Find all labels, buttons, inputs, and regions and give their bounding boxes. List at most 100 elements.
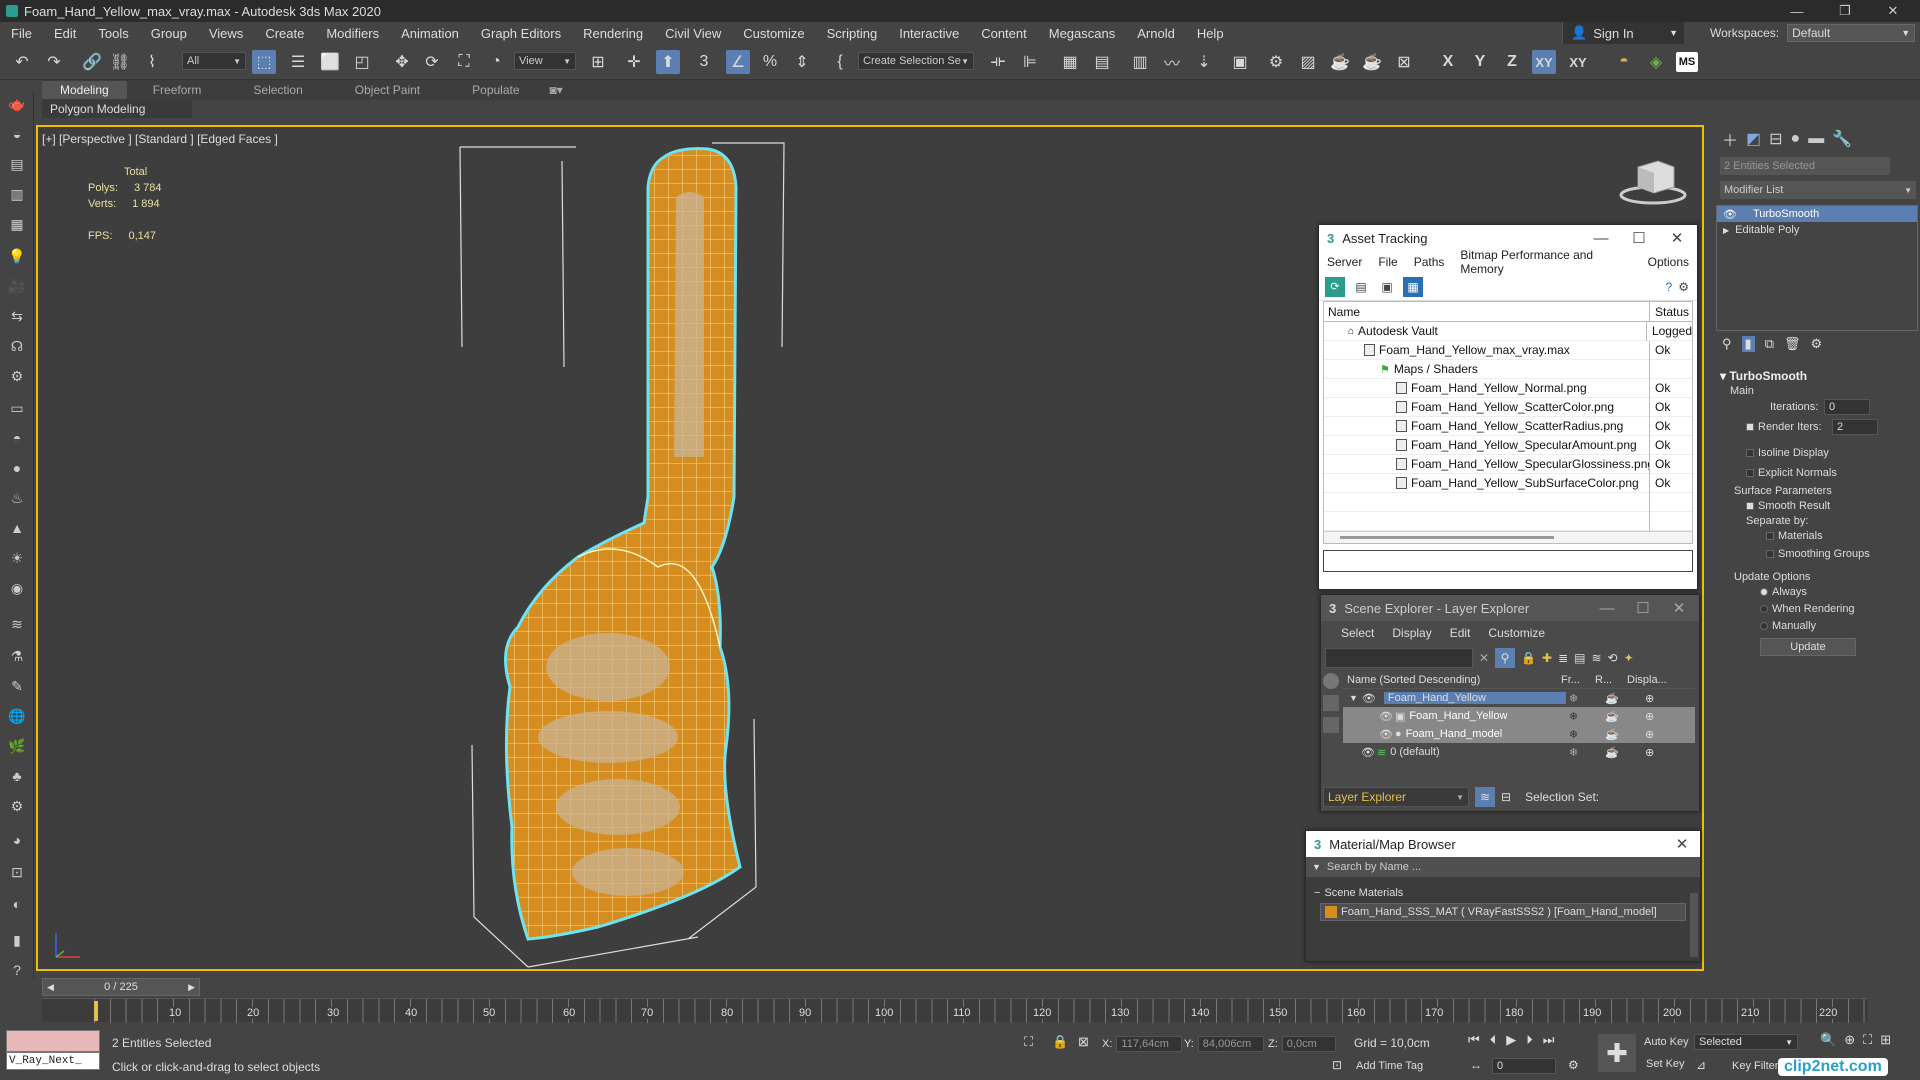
eye-icon[interactable]: 👁	[1362, 692, 1376, 705]
menu-customize[interactable]: Customize	[1482, 626, 1551, 640]
always-radio[interactable]	[1760, 587, 1768, 596]
absolute-mode-icon[interactable]: ⊠	[1078, 1034, 1089, 1050]
zoom-extents-all-icon[interactable]: ⊞	[1880, 1032, 1891, 1048]
minimize-icon[interactable]: —	[1774, 0, 1820, 22]
next-frame-icon[interactable]: ⏵	[1526, 1032, 1533, 1048]
move-icon[interactable]: ✥	[390, 50, 414, 74]
angle-snap-icon[interactable]: ∠	[726, 50, 750, 74]
smooth-result-checkbox[interactable]	[1746, 502, 1754, 510]
col-freeze[interactable]: Fr...	[1561, 674, 1595, 686]
freeze-icon[interactable]: ❄	[1569, 710, 1578, 723]
list-item[interactable]: 👁 ≋ 0 (default) ❄ ☕ ⊕	[1343, 743, 1695, 761]
sync-icon[interactable]: ⟲	[1608, 651, 1618, 665]
filter-icon[interactable]: ⚲	[1495, 648, 1516, 668]
list-item[interactable]: 👁 ● Foam_Hand_model ❄ ☕ ⊕	[1343, 725, 1695, 743]
create-selection-set-dropdown[interactable]: Create Selection Se ▼	[858, 52, 974, 70]
configure-sets-icon[interactable]: ⚙	[1811, 336, 1823, 352]
freeze-icon[interactable]: ❄	[1569, 746, 1578, 759]
pin-icon[interactable]: ⊟	[1501, 790, 1511, 804]
when-rendering-row[interactable]: When Rendering	[1720, 600, 1920, 617]
menu-server[interactable]: Server	[1319, 255, 1370, 269]
previous-frame-icon[interactable]: ⏴	[1490, 1032, 1497, 1048]
network-icon[interactable]: ⊡	[5, 860, 29, 884]
scene-explorer-titlebar[interactable]: 3 Scene Explorer - Layer Explorer — ☐ ✕	[1321, 595, 1699, 621]
col-name[interactable]: Name (Sorted Descending)	[1343, 674, 1561, 686]
set-key-big-button[interactable]: ✚	[1598, 1034, 1636, 1072]
table-row[interactable]: ⚑ Maps / Shaders	[1324, 359, 1692, 379]
rendered-frame-window-icon[interactable]: ▨	[1296, 50, 1320, 74]
material-browser-titlebar[interactable]: 3 Material/Map Browser ✕	[1306, 831, 1700, 857]
col-display[interactable]: Displa...	[1627, 674, 1667, 686]
menu-paths[interactable]: Paths	[1406, 255, 1453, 269]
layers-stack-icon[interactable]: ≣	[1558, 651, 1568, 665]
keyboard-shortcut-override-icon[interactable]: ⬆	[656, 50, 680, 74]
render-production-icon[interactable]: ☕	[1328, 50, 1352, 74]
tab-selection[interactable]: Selection	[227, 83, 328, 97]
materials-checkbox[interactable]	[1766, 532, 1774, 540]
toggle-ribbon-icon[interactable]: ▥	[1128, 50, 1152, 74]
minimize-icon[interactable]: —	[1587, 595, 1627, 621]
go-to-start-icon[interactable]: ⏮	[1468, 1032, 1480, 1048]
zoom-all-icon[interactable]: ⊕	[1844, 1032, 1855, 1048]
menu-edit[interactable]: Edit	[1444, 626, 1477, 640]
tab-modeling[interactable]: Modeling	[42, 81, 127, 99]
redo-icon[interactable]: ↷	[42, 50, 66, 74]
menu-options[interactable]: Options	[1640, 255, 1697, 269]
isoline-checkbox[interactable]	[1746, 449, 1754, 457]
viewport-label[interactable]: [+] [Perspective ] [Standard ] [Edged Fa…	[42, 132, 278, 146]
bind-space-warp-icon[interactable]: ⌇	[140, 50, 164, 74]
spinner-snap-icon[interactable]: ⇕	[790, 50, 814, 74]
rect-selection-icon[interactable]: ⬜	[318, 50, 342, 74]
percent-snap-icon[interactable]: %	[758, 50, 782, 74]
list-item[interactable]: ▼ 👁 Foam_Hand_Yellow ❄ ☕ ⊕	[1343, 689, 1695, 707]
explicit-normals-checkbox[interactable]	[1746, 469, 1754, 477]
help-icon[interactable]: ?	[1666, 280, 1673, 294]
menu-select[interactable]: Select	[1335, 626, 1380, 640]
materials-row[interactable]: Materials	[1720, 527, 1920, 545]
current-frame-field[interactable]: 0	[1492, 1058, 1556, 1074]
align-icon[interactable]: ⊫	[1018, 50, 1042, 74]
close-icon[interactable]: ✕	[1657, 225, 1697, 251]
link-icon[interactable]: 🔗	[80, 50, 104, 74]
coord-x-field[interactable]: 117,64cm	[1116, 1036, 1183, 1052]
rail-icon[interactable]: ⚙	[5, 794, 29, 818]
iterations-spinner[interactable]: 0	[1824, 399, 1870, 415]
render-icon[interactable]: ☕	[1605, 692, 1619, 705]
make-unique-icon[interactable]: ⧉	[1765, 336, 1774, 352]
time-tag-icon[interactable]: ⊡	[1332, 1058, 1342, 1072]
polygon-modeling-panel[interactable]: Polygon Modeling	[42, 100, 192, 118]
tab-freeform[interactable]: Freeform	[127, 83, 228, 97]
menu-animation[interactable]: Animation	[390, 26, 470, 41]
maximize-icon[interactable]: ☐	[1623, 595, 1663, 621]
selection-filter-dropdown[interactable]: All ▼	[182, 52, 246, 70]
axis-xy-button[interactable]: XY	[1532, 50, 1556, 74]
render-icon[interactable]: ☕	[1605, 710, 1619, 723]
edit-icon[interactable]: ✎	[5, 674, 29, 698]
display-tab-icon[interactable]: ▬	[1808, 130, 1824, 148]
teapot-gold-icon[interactable]: ♨	[5, 486, 29, 510]
vray-sphere-icon[interactable]: ◓	[1612, 50, 1636, 74]
list-view-icon[interactable]: ▤	[1351, 277, 1371, 297]
system-icon[interactable]: ⚙	[5, 364, 29, 388]
render-iters-spinner[interactable]: 2	[1832, 419, 1878, 435]
render-setup-icon[interactable]: ⚙	[1264, 50, 1288, 74]
close-icon[interactable]: ✕	[1662, 831, 1702, 857]
eye-icon[interactable]: 👁	[1379, 728, 1393, 741]
pivot-center-icon[interactable]: ⊞	[586, 50, 610, 74]
menu-file[interactable]: File	[1370, 255, 1405, 269]
proxy-icon[interactable]: ⚗	[5, 644, 29, 668]
select-by-name-icon[interactable]: ☰	[286, 50, 310, 74]
sign-in-button[interactable]: 👤 Sign In ▼	[1562, 22, 1684, 44]
menu-views[interactable]: Views	[198, 26, 254, 41]
smoothing-row[interactable]: Smoothing Groups	[1720, 545, 1920, 563]
explicit-row[interactable]: Explicit Normals	[1720, 463, 1920, 483]
select-object-icon[interactable]: ⬚	[252, 50, 276, 74]
render-icon[interactable]: ☕	[1605, 746, 1619, 759]
menu-content[interactable]: Content	[970, 26, 1038, 41]
maxscript-input[interactable]: V_Ray_Next_	[6, 1052, 100, 1070]
settings-icon[interactable]: ⚙	[1678, 280, 1689, 294]
unlink-icon[interactable]: ⛓	[108, 50, 132, 74]
refresh-icon[interactable]: ⟳	[1325, 276, 1345, 297]
display-icon[interactable]: ⊕	[1645, 710, 1654, 723]
render-iters-checkbox[interactable]	[1746, 423, 1754, 431]
